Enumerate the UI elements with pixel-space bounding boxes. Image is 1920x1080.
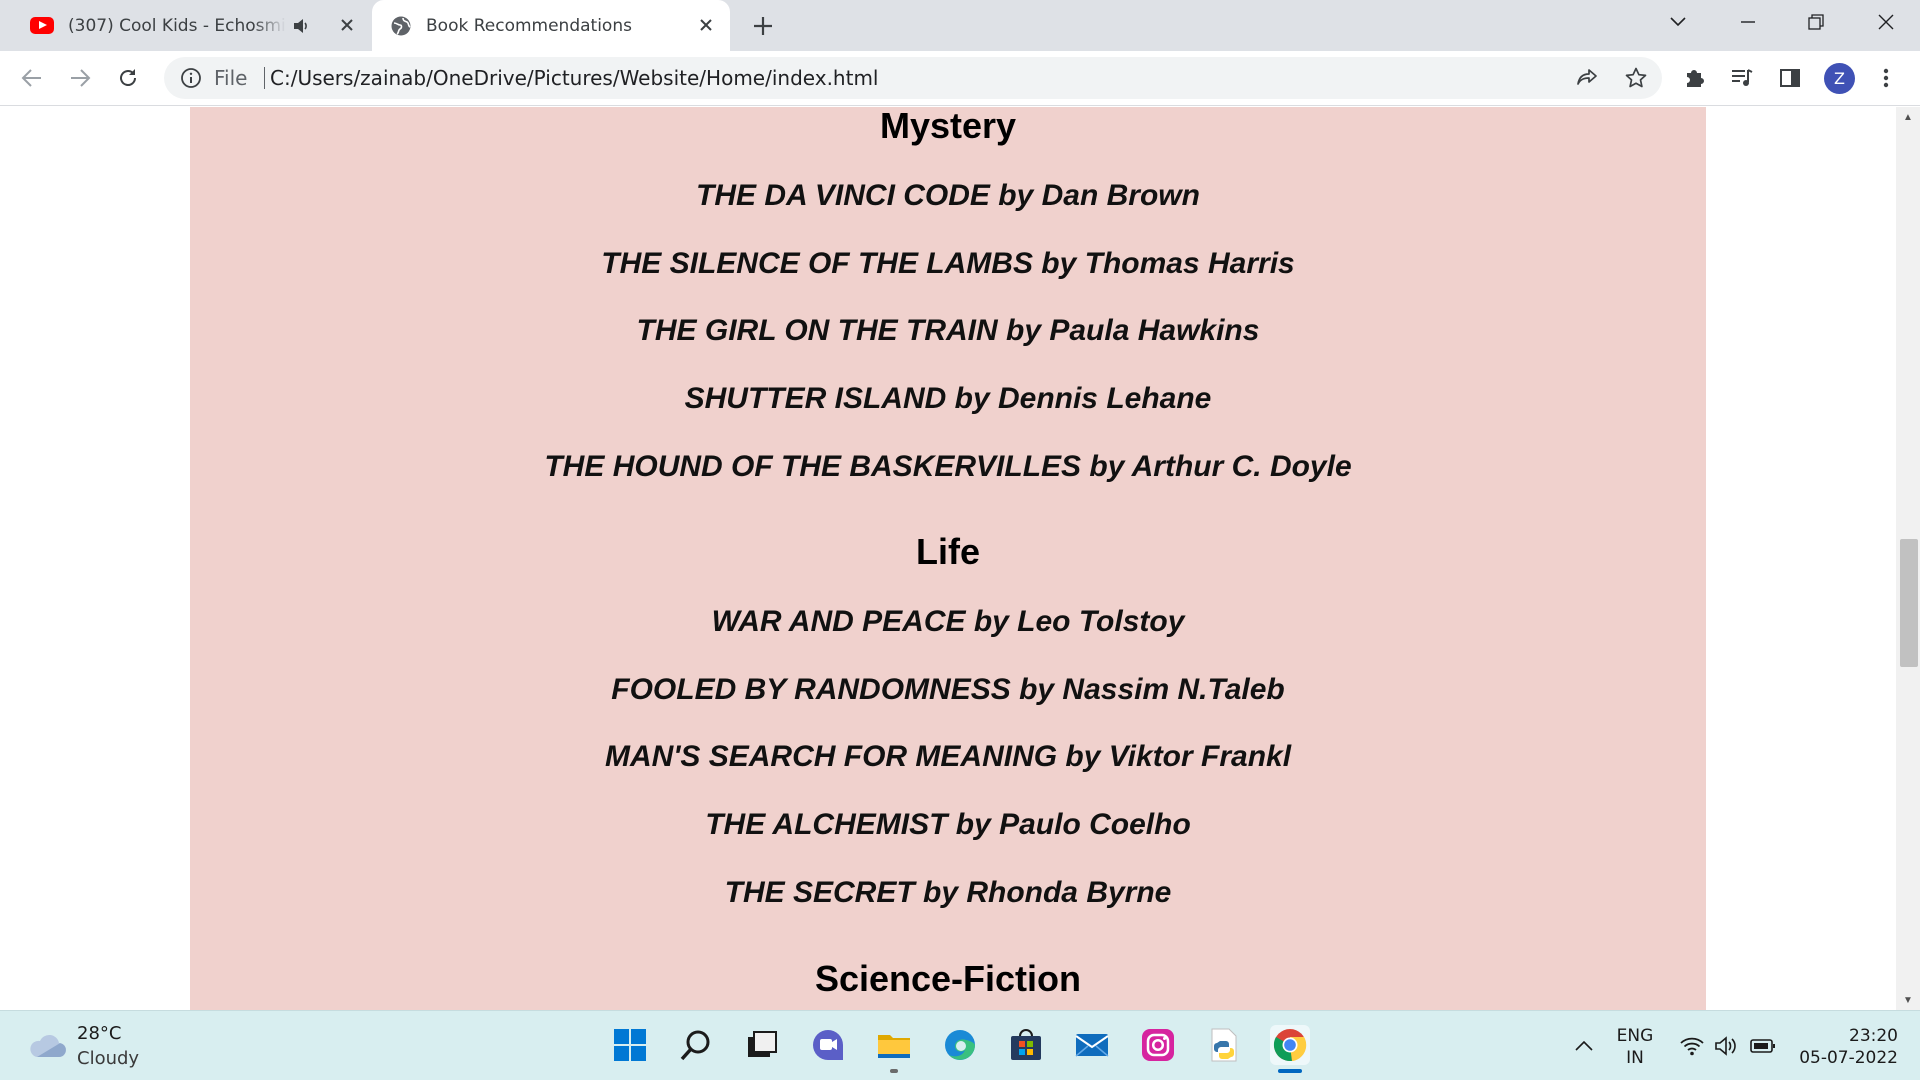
tab-book-recommendations[interactable]: Book Recommendations <box>372 0 730 51</box>
close-window-button[interactable] <box>1854 0 1918 44</box>
bookmark-star-icon[interactable] <box>1624 66 1648 90</box>
back-button[interactable] <box>14 60 50 96</box>
windows-taskbar: 28°C Cloudy ENG IN 23:20 05-07-2022 <box>0 1010 1920 1080</box>
scroll-up-arrow-icon[interactable]: ▲ <box>1896 107 1920 127</box>
page-viewport: Mystery THE DA VINCI CODE by Dan Brown T… <box>0 107 1920 1010</box>
language-region: IN <box>1626 1048 1644 1068</box>
battery-icon[interactable] <box>1748 1011 1778 1080</box>
new-tab-button[interactable] <box>748 11 778 41</box>
book-list-panel: Mystery THE DA VINCI CODE by Dan Brown T… <box>190 107 1706 1010</box>
omnibox-divider <box>264 67 265 89</box>
speaker-icon[interactable] <box>292 16 312 36</box>
book-item: SHUTTER ISLAND by Dennis Lehane <box>684 382 1212 415</box>
book-item: THE HOUND OF THE BASKERVILLES by Arthur … <box>544 450 1352 483</box>
task-view-icon <box>748 1031 777 1057</box>
edge-button[interactable] <box>940 1025 980 1065</box>
teams-chat-button[interactable] <box>808 1025 848 1065</box>
wifi-icon[interactable] <box>1678 1011 1706 1080</box>
input-language-indicator[interactable]: ENG IN <box>1614 1025 1656 1069</box>
tab-search-button[interactable] <box>1646 0 1710 44</box>
media-control-icon[interactable] <box>1724 60 1760 96</box>
book-item: THE DA VINCI CODE by Dan Brown <box>696 179 1200 212</box>
book-item: WAR AND PEACE by Leo Tolstoy <box>711 605 1185 638</box>
language-code: ENG <box>1616 1026 1654 1046</box>
task-view-button[interactable] <box>742 1025 782 1065</box>
chrome-icon <box>1273 1029 1307 1061</box>
extensions-puzzle-icon[interactable] <box>1676 60 1712 96</box>
browser-menu-icon[interactable] <box>1868 60 1904 96</box>
chrome-button[interactable] <box>1270 1025 1310 1073</box>
section-heading-science-fiction: Science-Fiction <box>814 958 1082 999</box>
python-file-icon <box>1211 1028 1237 1062</box>
book-item: THE ALCHEMIST by Paulo Coelho <box>705 808 1191 841</box>
book-item: THE SECRET by Rhonda Byrne <box>724 876 1172 909</box>
browser-toolbar: File C:/Users/zainab/OneDrive/Pictures/W… <box>0 51 1920 106</box>
close-tab-icon[interactable] <box>695 14 717 36</box>
weather-condition: Cloudy <box>77 1048 140 1069</box>
edge-icon <box>945 1030 975 1060</box>
instagram-button[interactable] <box>1138 1025 1178 1065</box>
youtube-icon <box>30 17 54 34</box>
reload-button[interactable] <box>110 60 146 96</box>
running-indicator <box>890 1069 898 1073</box>
python-file-button[interactable] <box>1204 1025 1244 1065</box>
instagram-icon <box>1142 1029 1174 1061</box>
clock-time: 23:20 <box>1849 1026 1898 1046</box>
start-button[interactable] <box>610 1025 650 1065</box>
file-explorer-icon <box>878 1035 910 1058</box>
section-heading-life: Life <box>915 531 980 572</box>
volume-icon[interactable] <box>1712 1011 1740 1080</box>
start-icon <box>614 1029 646 1061</box>
clock-date: 05-07-2022 <box>1799 1048 1898 1068</box>
forward-button[interactable] <box>62 60 98 96</box>
book-item: THE SILENCE OF THE LAMBS by Thomas Harri… <box>601 247 1295 280</box>
book-item: MAN'S SEARCH FOR MEANING by Viktor Frank… <box>604 740 1292 773</box>
mail-icon <box>1075 1034 1109 1057</box>
scroll-down-arrow-icon[interactable]: ▼ <box>1896 990 1920 1010</box>
globe-icon <box>391 16 411 35</box>
close-tab-icon[interactable] <box>336 14 358 36</box>
search-icon <box>680 1030 710 1061</box>
teams-chat-icon <box>813 1030 843 1060</box>
show-hidden-icons-chevron-icon[interactable] <box>1568 1011 1600 1080</box>
tab-youtube[interactable]: (307) Cool Kids - Echosmith ( <box>0 0 370 51</box>
minimize-button[interactable] <box>1716 0 1780 44</box>
running-indicator <box>1278 1069 1302 1073</box>
search-button[interactable] <box>676 1025 716 1065</box>
scrollbar-thumb[interactable] <box>1900 539 1918 667</box>
file-explorer-button[interactable] <box>874 1025 914 1073</box>
microsoft-store-icon <box>1011 1029 1041 1060</box>
url-scheme-label: File <box>214 66 248 90</box>
book-item: FOOLED BY RANDOMNESS by Nassim N.Taleb <box>611 673 1285 706</box>
share-icon[interactable] <box>1575 66 1599 90</box>
mail-button[interactable] <box>1072 1025 1112 1065</box>
restore-button[interactable] <box>1784 0 1848 44</box>
microsoft-store-button[interactable] <box>1006 1025 1046 1065</box>
address-bar[interactable]: File C:/Users/zainab/OneDrive/Pictures/W… <box>164 57 1662 99</box>
tab-strip: (307) Cool Kids - Echosmith ( Book Recom… <box>0 0 1920 51</box>
section-heading-mystery: Mystery <box>879 107 1017 146</box>
info-icon[interactable] <box>180 67 202 89</box>
url-text[interactable]: C:/Users/zainab/OneDrive/Pictures/Websit… <box>270 57 878 99</box>
profile-avatar[interactable]: Z <box>1824 63 1855 94</box>
weather-temperature: 28°C <box>77 1023 122 1044</box>
system-clock[interactable]: 23:20 05-07-2022 <box>1780 1025 1898 1069</box>
tab-title: (307) Cool Kids - Echosmith ( <box>68 15 286 36</box>
page-scrollbar[interactable]: ▲ ▼ <box>1896 107 1920 1010</box>
tab-title: Book Recommendations <box>426 15 632 36</box>
cloud-icon <box>30 1034 67 1057</box>
side-panel-icon[interactable] <box>1772 60 1808 96</box>
book-item: THE GIRL ON THE TRAIN by Paula Hawkins <box>636 314 1260 347</box>
